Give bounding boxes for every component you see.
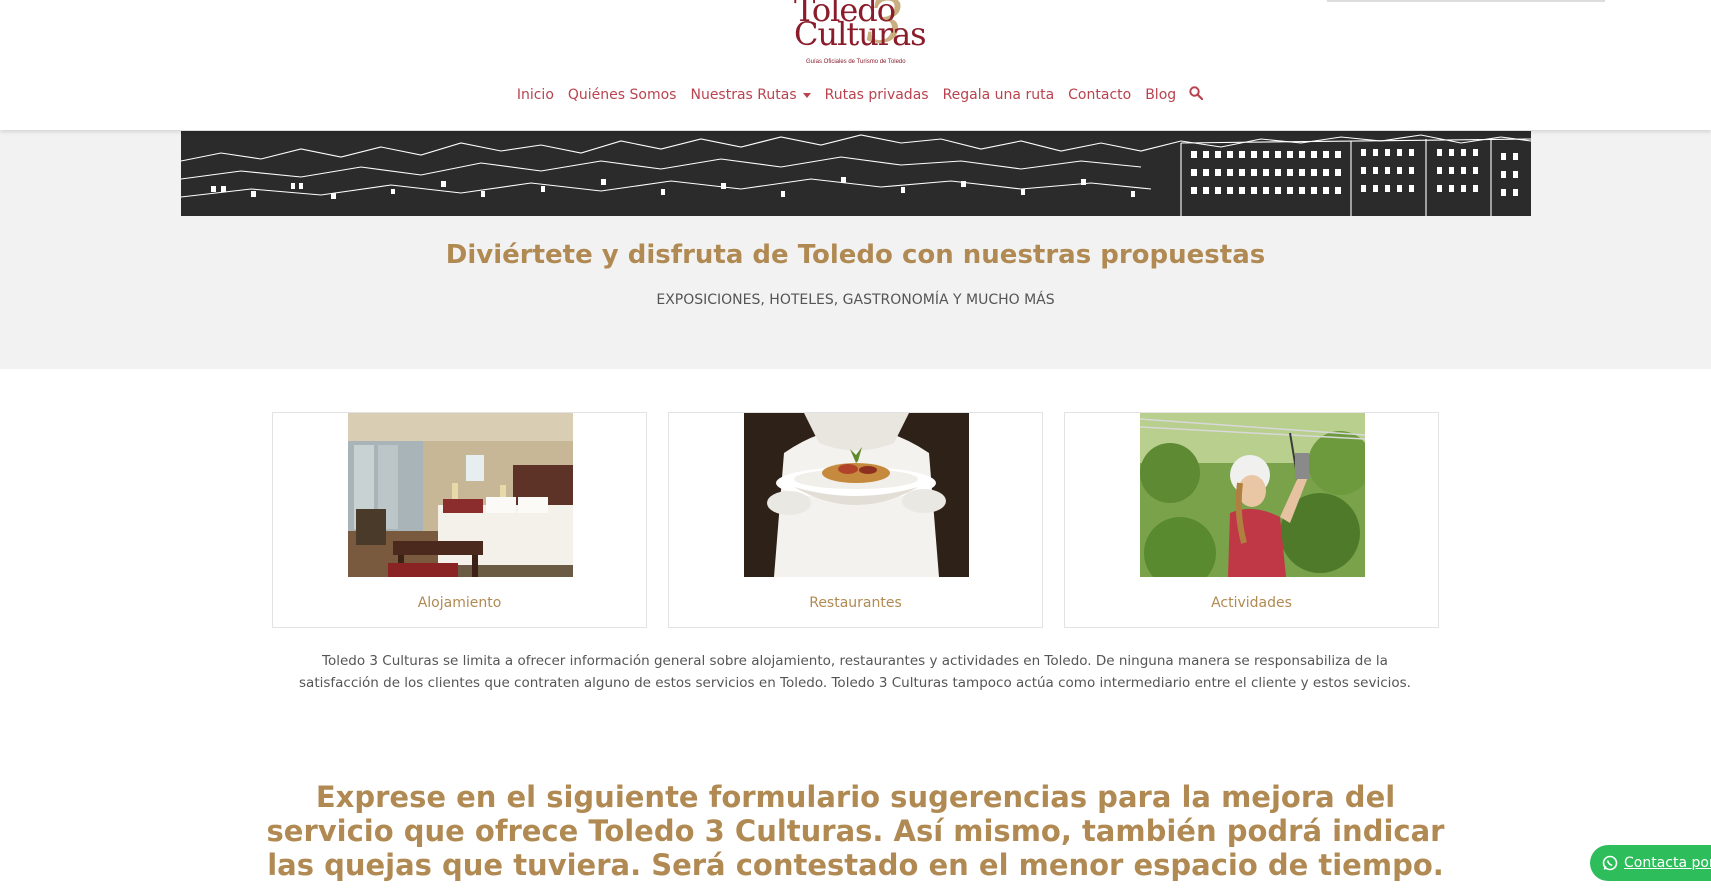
caret-down-icon	[802, 92, 811, 98]
card-label[interactable]: Restaurantes	[669, 595, 1042, 611]
whatsapp-contact-button[interactable]: Contacta por W	[1590, 845, 1711, 881]
card-label[interactable]: Alojamiento	[273, 595, 646, 611]
site-header: 3 Toledo Culturas Guías Oficiales de Tur…	[0, 0, 1711, 130]
nav-item-regala-una-ruta[interactable]: Regala una ruta	[936, 87, 1062, 103]
disclaimer-text: Toledo 3 Culturas se limita a ofrecer in…	[299, 653, 1411, 691]
card-label[interactable]: Actividades	[1065, 595, 1438, 611]
hotel-room-image	[348, 413, 573, 577]
hero-subtitle: EXPOSICIONES, HOTELES, GASTRONOMÍA Y MUC…	[656, 292, 1055, 308]
card-restaurantes[interactable]: Restaurantes	[668, 412, 1043, 628]
zipline-activity-image	[1140, 413, 1365, 577]
nav-item-inicio[interactable]: Inicio	[510, 87, 561, 103]
card-actividades[interactable]: Actividades	[1064, 412, 1439, 628]
card-alojamiento[interactable]: Alojamiento	[272, 412, 647, 628]
top-search-underline	[1327, 0, 1605, 2]
nav-item-rutas-privadas[interactable]: Rutas privadas	[818, 87, 936, 103]
whatsapp-icon	[1602, 855, 1618, 871]
chef-dish-image	[744, 413, 969, 577]
whatsapp-label: Contacta por W	[1624, 855, 1711, 871]
logo-line2: Culturas	[794, 15, 927, 53]
nav-item-contacto[interactable]: Contacto	[1061, 87, 1138, 103]
nav-item-nuestras-rutas-label: Nuestras Rutas	[690, 87, 797, 103]
nav-item-blog[interactable]: Blog	[1138, 87, 1183, 103]
nav-item-quienes-somos[interactable]: Quiénes Somos	[561, 87, 684, 103]
form-intro-heading: Exprese en el siguiente formulario suger…	[266, 780, 1445, 882]
nav-item-nuestras-rutas[interactable]: Nuestras Rutas	[683, 87, 817, 103]
search-icon[interactable]	[1183, 86, 1204, 104]
main-nav: Inicio Quiénes Somos Nuestras Rutas Ruta…	[0, 86, 1711, 104]
site-logo[interactable]: 3 Toledo Culturas Guías Oficiales de Tur…	[790, 0, 927, 72]
toledo-skyline-banner	[181, 131, 1531, 216]
hero-title: Diviértete y disfruta de Toledo con nues…	[445, 240, 1266, 270]
logo-tagline: Guías Oficiales de Turismo de Toledo	[806, 59, 906, 65]
